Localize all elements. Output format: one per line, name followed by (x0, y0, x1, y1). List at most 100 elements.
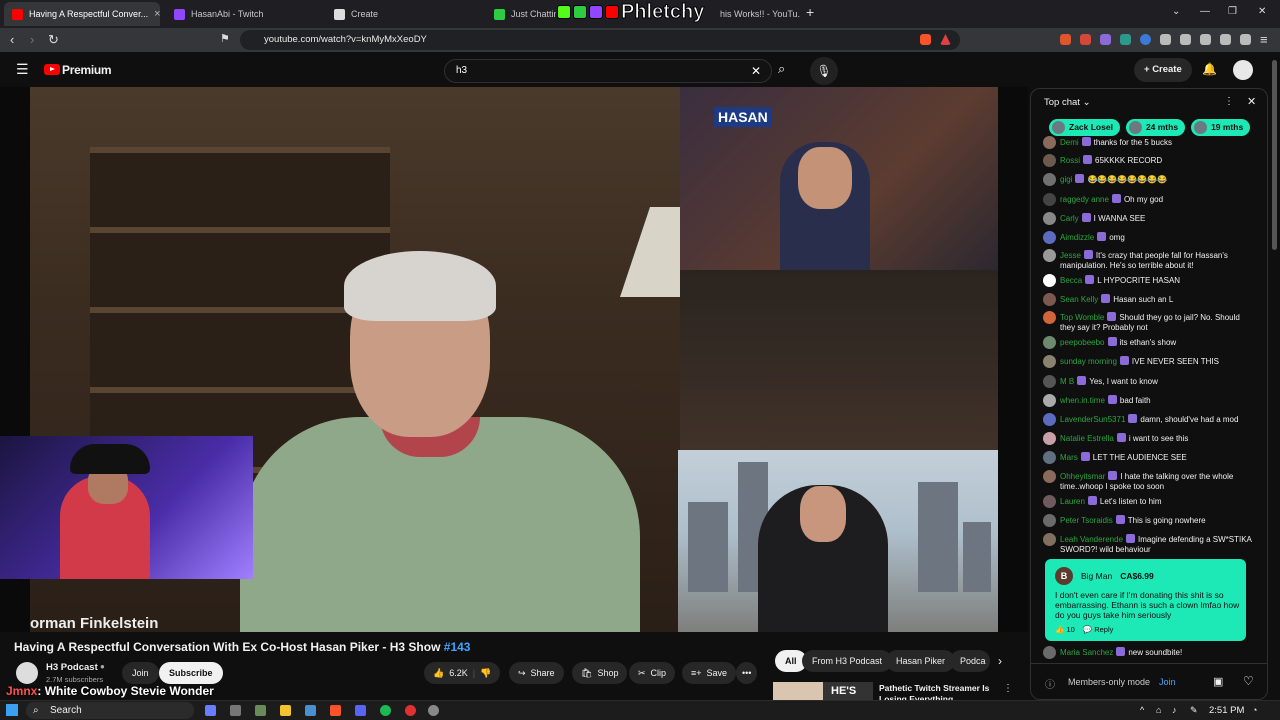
clear-search-icon[interactable]: ✕ (751, 60, 761, 82)
extension-icon[interactable] (1060, 34, 1071, 45)
channel-name[interactable]: H3 Podcast (46, 662, 98, 673)
close-window-icon[interactable]: ✕ (1258, 6, 1266, 17)
app-icon[interactable] (305, 705, 316, 716)
chat-author[interactable]: sunday morning (1060, 357, 1117, 366)
chat-author[interactable]: LavenderSun5371 (1060, 415, 1125, 424)
extension-icon[interactable] (1100, 34, 1111, 45)
super-chat-message[interactable]: B Big Man CA$6.99 I don't even care if I… (1045, 559, 1246, 641)
chat-menu-icon[interactable]: ⋮ (1224, 96, 1234, 107)
voice-search-icon[interactable]: 🎙 (810, 57, 838, 85)
sidebar-icon[interactable] (1200, 34, 1211, 45)
notifications-bell-icon[interactable]: 🔔 (1202, 62, 1217, 76)
extension-icon[interactable] (1160, 34, 1171, 45)
address-field[interactable]: youtube.com/watch?v=knMyMxXeoDY (240, 30, 960, 50)
back-arrow-icon[interactable]: ‹ (10, 32, 14, 47)
chat-author[interactable]: Lauren (1060, 497, 1085, 506)
menu-icon[interactable]: ≡ (1260, 32, 1268, 47)
chips-next-chevron-icon[interactable]: › (998, 654, 1002, 668)
new-tab-icon[interactable]: + (806, 4, 814, 20)
related-video-more-icon[interactable]: ⋮ (1003, 683, 1013, 694)
tab-youtube-video[interactable]: Having A Respectful Conver... × (4, 2, 160, 26)
copilot-icon[interactable] (205, 705, 216, 716)
superchat-reply-button[interactable]: 💬 Reply (1083, 625, 1114, 634)
chat-author[interactable]: gigi (1060, 175, 1072, 184)
share-button[interactable]: ↪ Share (509, 662, 564, 684)
chat-author[interactable]: Demi (1060, 138, 1079, 147)
chat-author[interactable]: raggedy anne (1060, 195, 1109, 204)
app-icon[interactable] (255, 705, 266, 716)
search-icon[interactable]: ⌕ (778, 61, 785, 77)
create-button[interactable]: + Create (1134, 58, 1192, 82)
chat-author[interactable]: Jesse (1060, 251, 1081, 260)
tab-create[interactable]: Create (326, 2, 482, 26)
tab-youtube-other[interactable]: his Works!! - YouTu... (712, 2, 800, 26)
close-chat-icon[interactable]: ✕ (1247, 95, 1256, 108)
shop-button[interactable]: 🛍 Shop (572, 662, 628, 684)
video-hashtag[interactable]: #143 (444, 640, 471, 654)
maximize-icon[interactable]: ❐ (1228, 6, 1237, 17)
spotify-icon[interactable] (380, 705, 391, 716)
brave-browser-icon[interactable] (330, 705, 341, 716)
pen-icon[interactable]: ✎ (1190, 705, 1198, 716)
chip-podcasts[interactable]: Podca (950, 650, 990, 672)
chip-hasan-piker[interactable]: Hasan Piker (886, 650, 956, 672)
like-dislike-button[interactable]: 👍 6.2K | 👎 (424, 662, 501, 684)
tab-just-chatting[interactable]: Just Chatting S... (486, 2, 556, 26)
chat-author[interactable]: M B (1060, 377, 1074, 386)
thumbs-down-icon[interactable]: 👎 (480, 662, 491, 684)
chat-join-link[interactable]: Join (1159, 677, 1176, 687)
ticker-item[interactable]: Zack Losel (1049, 119, 1120, 136)
app-icon[interactable] (405, 705, 416, 716)
super-chat-icon[interactable]: ▣ (1213, 675, 1223, 688)
join-button[interactable]: Join (122, 662, 159, 684)
extension-icon[interactable] (1120, 34, 1131, 45)
windows-start-icon[interactable] (6, 704, 18, 716)
chat-author[interactable]: Becca (1060, 276, 1082, 285)
chat-author[interactable]: peepobeebo (1060, 338, 1105, 347)
chat-author[interactable]: Maria Sanchez (1060, 648, 1113, 657)
chat-author[interactable]: when.in.time (1060, 396, 1105, 405)
task-view-icon[interactable] (230, 705, 241, 716)
chat-author[interactable]: Carly (1060, 214, 1079, 223)
obs-icon[interactable] (428, 705, 439, 716)
discord-icon[interactable] (355, 705, 366, 716)
search-input[interactable]: h3 ✕ (444, 59, 772, 83)
chat-mode-selector[interactable]: Top chat ⌄ (1044, 97, 1091, 108)
related-video-thumbnail[interactable]: HE'S (773, 682, 873, 700)
chat-author[interactable]: Sean Kelly (1060, 295, 1098, 304)
extension-icon[interactable] (1140, 34, 1151, 45)
brave-shield-icon[interactable] (920, 34, 931, 45)
chat-author[interactable]: Aimdizzle (1060, 233, 1094, 242)
music-icon[interactable] (1180, 34, 1191, 45)
chat-author[interactable]: Peter Tsoraidis (1060, 516, 1113, 525)
file-explorer-icon[interactable] (280, 705, 291, 716)
ticker-item[interactable]: 19 mths (1191, 119, 1251, 136)
wallet-icon[interactable] (1220, 34, 1231, 45)
tab-twitch[interactable]: HasanAbi - Twitch (166, 2, 322, 26)
channel-avatar[interactable] (16, 662, 38, 684)
chat-author[interactable]: Natalie Estrella (1060, 434, 1114, 443)
hamburger-menu-icon[interactable]: ☰ (16, 61, 29, 78)
video-player[interactable]: orman Finkelstein HASAN (0, 87, 1028, 632)
minimize-icon[interactable]: — (1200, 6, 1210, 17)
chat-author[interactable]: Mars (1060, 453, 1078, 462)
chat-author[interactable]: Leah Vanderende (1060, 535, 1123, 544)
youtube-logo-icon[interactable] (44, 64, 60, 75)
page-scrollbar[interactable] (1272, 60, 1277, 250)
vpn-icon[interactable] (1240, 34, 1251, 45)
volume-icon[interactable]: ♪ (1172, 705, 1177, 715)
save-button[interactable]: ≡+ Save (682, 662, 737, 684)
tray-chevron-icon[interactable]: ^ (1140, 705, 1144, 715)
clock[interactable]: 2:51 PM (1209, 705, 1244, 716)
network-icon[interactable]: ⌂ (1156, 705, 1161, 715)
chat-author[interactable]: Ohheyitsmar (1060, 472, 1105, 481)
superchat-like-button[interactable]: 👍 10 (1055, 625, 1075, 634)
extension-icon[interactable] (1080, 34, 1091, 45)
bookmark-icon[interactable]: ⚑ (220, 32, 230, 45)
chip-from-h3-podcast[interactable]: From H3 Podcast (802, 650, 893, 672)
close-tab-icon[interactable]: × (154, 8, 160, 20)
notification-center-icon[interactable]: ◔ (1252, 705, 1257, 715)
subscribe-button[interactable]: Subscribe (159, 662, 223, 684)
more-actions-button[interactable]: ••• (736, 662, 758, 684)
chat-author[interactable]: Top Womble (1060, 313, 1104, 322)
